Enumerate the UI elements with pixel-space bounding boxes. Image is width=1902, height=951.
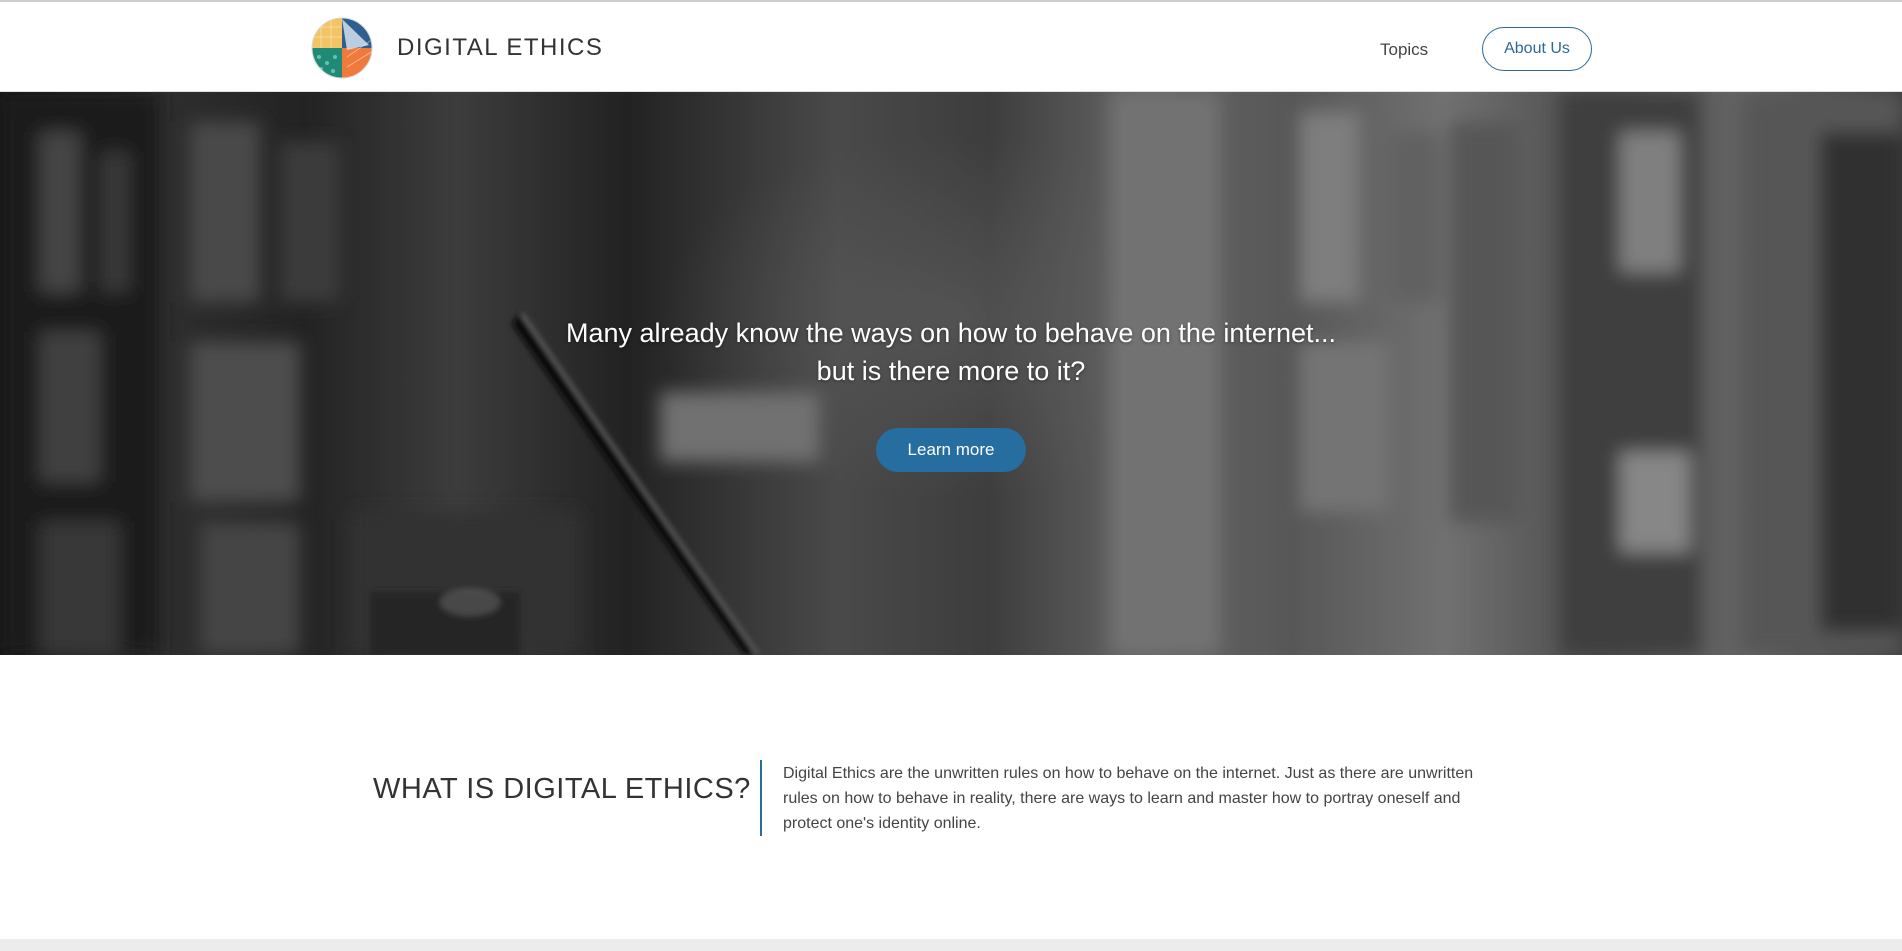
site-title[interactable]: DIGITAL ETHICS: [397, 34, 603, 62]
intro-heading: WHAT IS DIGITAL ETHICS?: [373, 773, 751, 805]
hero-banner: Many already know the ways on how to beh…: [0, 92, 1902, 655]
intro-section: WHAT IS DIGITAL ETHICS? Digital Ethics a…: [0, 655, 1902, 940]
hero-headline-line-1: Many already know the ways on how to beh…: [566, 318, 1336, 348]
intro-divider: [760, 760, 762, 836]
hero-headline: Many already know the ways on how to beh…: [0, 314, 1902, 390]
nav-topics-link[interactable]: Topics: [1380, 40, 1428, 60]
nav-about-us-button[interactable]: About Us: [1482, 27, 1592, 71]
intro-body-text: Digital Ethics are the unwritten rules o…: [783, 765, 1474, 832]
learn-more-button[interactable]: Learn more: [876, 428, 1026, 472]
globe-logo-icon[interactable]: [311, 17, 373, 79]
footer-strip: [0, 939, 1902, 951]
site-header: DIGITAL ETHICS Topics About Us: [0, 2, 1902, 92]
hero-headline-line-2: but is there more to it?: [816, 356, 1086, 386]
